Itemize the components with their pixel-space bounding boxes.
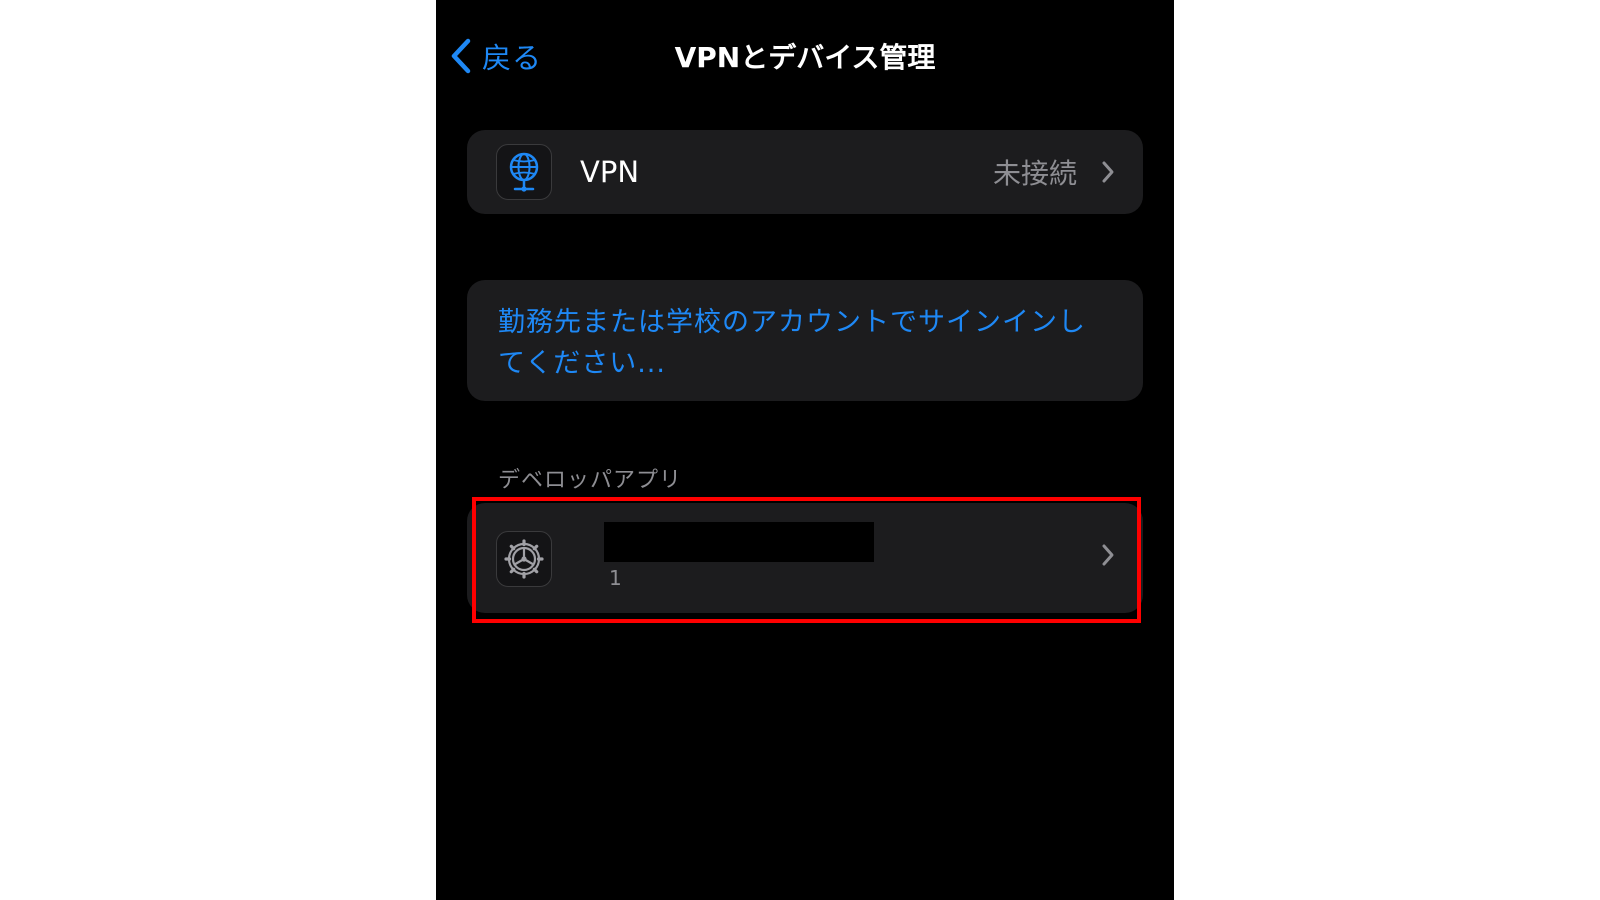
page-title: VPNとデバイス管理	[674, 41, 936, 74]
redacted-app-name	[604, 522, 874, 562]
vpn-row[interactable]: VPN 未接続	[467, 130, 1143, 214]
globe-network-icon	[496, 144, 552, 200]
work-school-signin-row[interactable]: 勤務先または学校のアカウントでサインインしてください...	[467, 280, 1143, 401]
signin-link[interactable]: 勤務先または学校のアカウントでサインインしてください...	[498, 302, 1108, 384]
developer-apps-header: デベロッパアプリ	[498, 468, 683, 493]
chevron-right-icon	[1101, 543, 1115, 571]
settings-screen: 戻る VPNとデバイス管理 VPN 未接続 勤務先または学校のアカウントでサイン…	[436, 0, 1174, 900]
vpn-label: VPN	[580, 155, 640, 189]
settings-gear-icon	[496, 531, 552, 587]
developer-app-row[interactable]: 1	[467, 503, 1143, 613]
navigation-bar: 戻る VPNとデバイス管理	[436, 0, 1174, 110]
vpn-status: 未接続	[992, 157, 1077, 190]
app-count: 1	[609, 566, 622, 590]
chevron-right-icon	[1101, 160, 1115, 188]
